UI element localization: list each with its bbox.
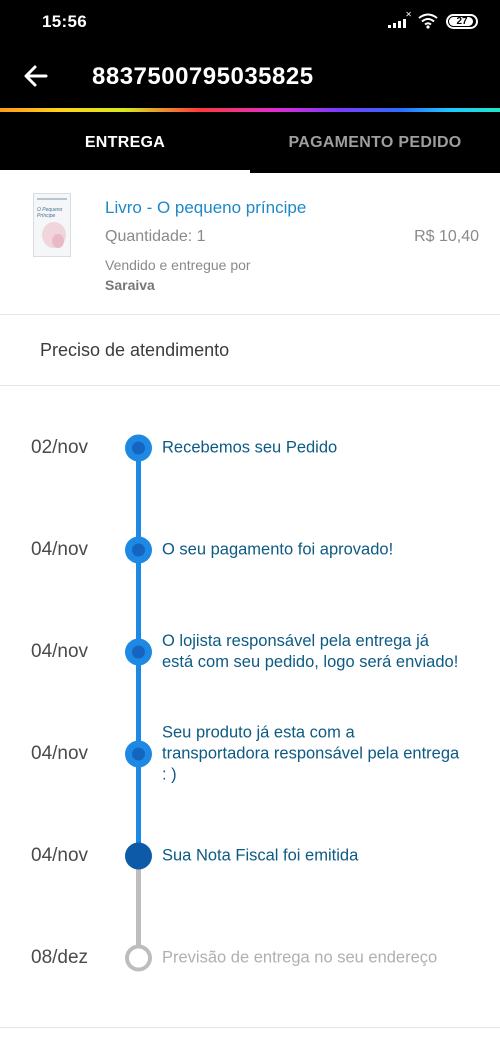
arrow-left-icon[interactable] (22, 62, 50, 90)
timeline-dot-pending (125, 944, 152, 972)
battery-icon: 27 (446, 13, 478, 29)
timeline-date: 08/dez (31, 947, 89, 968)
tab-bar: ENTREGA PAGAMENTO PEDIDO (0, 112, 500, 173)
order-number-title: 8837500795035825 (92, 63, 314, 90)
product-quantity: Quantidade: 1 (105, 228, 206, 245)
timeline-event-text: Recebemos seu Pedido (162, 438, 338, 457)
sold-by-label: Vendido e entregue por (105, 257, 251, 273)
timeline-dot-done (125, 638, 152, 666)
timeline-date: 04/nov (31, 845, 89, 866)
timeline-event-text: O lojista responsável pela entrega já es… (162, 632, 459, 671)
timeline-dot-done (125, 740, 152, 768)
timeline-line-pending (136, 856, 141, 958)
timeline-date: 04/nov (31, 539, 89, 560)
help-row[interactable]: Preciso de atendimento (0, 316, 500, 386)
battery-level: 27 (456, 15, 468, 27)
product-price: R$ 10,40 (414, 228, 479, 245)
help-label: Preciso de atendimento (40, 340, 230, 360)
timeline-event-text: O seu pagamento foi aprovado! (162, 540, 394, 559)
delivery-timeline: 02/nov Recebemos seu Pedido 04/nov O seu… (0, 386, 500, 1026)
signal-icon: ✕ (388, 10, 412, 28)
tab-entrega[interactable]: ENTREGA (0, 112, 250, 173)
status-bar: 15:56 ✕ 27 (0, 0, 500, 44)
timeline-event-text: Sua Nota Fiscal foi emitida (162, 846, 359, 865)
app-bar: 8837500795035825 (0, 44, 500, 108)
status-time: 15:56 (42, 12, 87, 31)
wifi-icon (418, 13, 438, 29)
status-icons: ✕ 27 (388, 10, 478, 29)
timeline-event-text: Seu produto já esta com a transportadora… (162, 723, 460, 784)
tab-pagamento-pedido[interactable]: PAGAMENTO PEDIDO (250, 112, 500, 173)
product-name-link[interactable]: Livro - O pequeno príncipe (105, 198, 306, 218)
seller-name: Saraiva (105, 277, 155, 293)
timeline-event-text: Previsão de entrega no seu endereço (162, 948, 438, 967)
bottom-divider (0, 1027, 500, 1028)
timeline-dot-current (125, 842, 152, 870)
timeline-date: 04/nov (31, 641, 89, 662)
timeline-date: 02/nov (31, 437, 89, 458)
product-card: O Pequeno Príncipe Livro - O pequeno prín… (0, 173, 500, 315)
timeline-dot-done (125, 434, 152, 462)
timeline-date: 04/nov (31, 743, 89, 764)
timeline-dot-done (125, 536, 152, 564)
book-cover-image[interactable]: O Pequeno Príncipe (33, 193, 71, 257)
